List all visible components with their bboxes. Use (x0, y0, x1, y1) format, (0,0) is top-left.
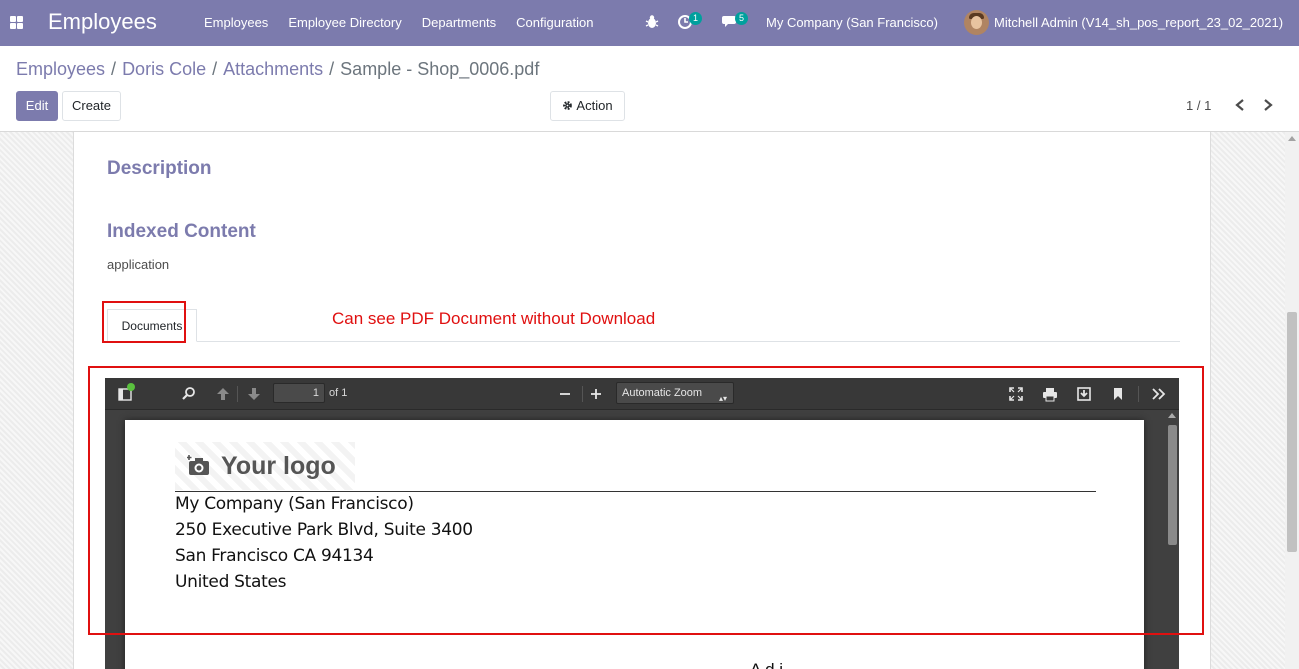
user-menu[interactable]: Mitchell Admin (V14_sh_pos_report_23_02_… (994, 15, 1283, 30)
action-button[interactable]: Action (550, 91, 625, 121)
breadcrumb-attachments[interactable]: Attachments (223, 59, 323, 79)
page-scrollbar-thumb[interactable] (1287, 312, 1297, 552)
page-scrollbar[interactable] (1285, 132, 1299, 669)
menu-item-configuration[interactable]: Configuration (516, 15, 593, 30)
annotation-box-pdf (88, 366, 1204, 635)
top-navbar: Employees Employees Employee Directory D… (0, 0, 1299, 46)
gear-icon (563, 101, 573, 110)
control-panel: Employees / Doris Cole / Attachments / Sample … (0, 46, 1299, 132)
indexed-content-value: application (107, 257, 170, 272)
breadcrumb-separator: / (329, 59, 335, 79)
tabs-divider (107, 341, 1180, 342)
edit-button[interactable]: Edit (16, 91, 58, 121)
chevron-right-icon[interactable] (1262, 98, 1274, 112)
create-button[interactable]: Create (62, 91, 121, 121)
main-menu: Employees Employee Directory Departments… (204, 15, 614, 30)
activity-count-badge: 1 (689, 12, 702, 25)
description-label: Description (107, 158, 212, 179)
indexed-content-label: Indexed Content (107, 221, 256, 242)
annotation-box-tab (102, 301, 186, 343)
action-button-label: Action (576, 98, 613, 113)
breadcrumb-employees[interactable]: Employees (16, 59, 105, 79)
breadcrumb-separator: / (111, 59, 117, 79)
company-switcher[interactable]: My Company (San Francisco) (766, 15, 938, 30)
breadcrumb-current: Sample - Shop_0006.pdf (340, 59, 540, 79)
app-title[interactable]: Employees (48, 9, 157, 35)
breadcrumb: Employees / Doris Cole / Attachments / Sample … (16, 59, 539, 80)
breadcrumb-separator: / (212, 59, 218, 79)
pager-value[interactable]: 1 / 1 (1186, 98, 1211, 113)
breadcrumb-employee[interactable]: Doris Cole (122, 59, 206, 79)
menu-item-departments[interactable]: Departments (422, 15, 496, 30)
message-count-badge: 5 (735, 12, 748, 25)
apps-menu-icon[interactable] (10, 16, 23, 29)
menu-item-employees[interactable]: Employees (204, 15, 268, 30)
menu-item-employee-directory[interactable]: Employee Directory (288, 15, 401, 30)
chevron-left-icon[interactable] (1234, 98, 1246, 112)
annotation-text: Can see PDF Document without Download (332, 309, 656, 328)
partial-text: A d i (750, 660, 783, 669)
debug-bug-icon[interactable] (645, 14, 659, 30)
user-avatar[interactable] (964, 10, 989, 35)
scroll-up-arrow-icon[interactable] (1288, 136, 1296, 141)
